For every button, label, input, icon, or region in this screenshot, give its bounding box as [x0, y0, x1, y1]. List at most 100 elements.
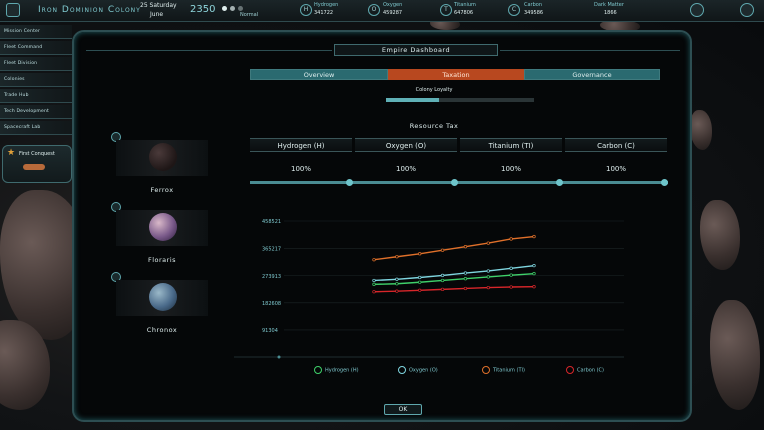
tax-slider-oxygen-handle[interactable] — [451, 179, 458, 186]
planet-card-floraris[interactable] — [116, 210, 208, 246]
empire-emblem-icon[interactable] — [6, 3, 20, 17]
data-point-hydrogen[interactable] — [509, 273, 513, 277]
data-point-carbon[interactable] — [509, 285, 513, 289]
spaceship-icon — [23, 164, 45, 170]
sidebar-item-mission-center[interactable]: Mission Center — [0, 25, 72, 39]
data-point-titanium[interactable] — [532, 234, 536, 239]
data-point-titanium[interactable] — [463, 245, 468, 249]
dark-matter-amount: 1866 — [604, 10, 617, 16]
legend-hydrogen-label: Hydrogen (H) — [325, 367, 359, 374]
settings-gear-icon[interactable] — [740, 3, 754, 17]
data-point-titanium[interactable] — [440, 248, 445, 252]
colony-loyalty-bar — [386, 98, 534, 102]
top-resource-bar: Iron Dominion Colony 25 Saturday June 23… — [0, 0, 764, 22]
planet-floraris-image — [149, 213, 177, 241]
tax-slider-track — [250, 179, 668, 186]
speed-dot-3[interactable] — [238, 6, 243, 11]
ok-button[interactable]: OK — [384, 404, 422, 415]
sidebar-item-fleet-command[interactable]: Fleet Command — [0, 41, 72, 55]
oxygen-icon: O — [368, 4, 380, 16]
sidebar-item-fleet-division[interactable]: Fleet Division — [0, 57, 72, 71]
oxygen-label: Oxygen — [383, 2, 403, 8]
planet-card-ferrox[interactable] — [116, 140, 208, 176]
data-point-oxygen[interactable] — [372, 278, 376, 283]
star-icon: ★ — [7, 148, 16, 158]
data-point-hydrogen[interactable] — [372, 282, 376, 286]
tab-overview[interactable]: Overview — [250, 69, 388, 80]
data-point-hydrogen[interactable] — [440, 278, 445, 283]
title-divider-right — [500, 50, 680, 51]
data-point-titanium[interactable] — [509, 237, 513, 241]
titanium-amount: 647806 — [454, 10, 474, 16]
data-point-hydrogen[interactable] — [395, 282, 399, 286]
titanium-icon: T — [440, 4, 452, 16]
data-point-oxygen[interactable] — [395, 277, 399, 281]
data-point-carbon[interactable] — [532, 285, 536, 289]
data-point-carbon[interactable] — [372, 290, 376, 294]
data-point-carbon[interactable] — [418, 288, 422, 292]
legend-carbon-label: Carbon (C) — [577, 367, 604, 374]
planet-ferrox-image — [149, 143, 177, 171]
dark-matter-label: Dark Matter — [594, 2, 624, 8]
data-point-titanium[interactable] — [395, 255, 399, 259]
planet-icon[interactable] — [690, 3, 704, 17]
data-point-carbon[interactable] — [395, 289, 399, 293]
data-point-carbon[interactable] — [463, 286, 468, 291]
legend-titanium-label: Titanium (TI) — [493, 367, 525, 374]
sidebar-item-tech-development[interactable]: Tech Development — [0, 105, 72, 119]
tax-header-oxygen: Oxygen (O) — [355, 138, 457, 152]
tab-governance[interactable]: Governance — [524, 69, 660, 80]
planet-name-ferrox: Ferrox — [150, 186, 174, 194]
legend-titanium[interactable]: Titanium (TI) — [482, 366, 525, 374]
tax-header-hydrogen: Hydrogen (H) — [250, 138, 352, 152]
data-point-hydrogen[interactable] — [418, 280, 422, 284]
data-point-oxygen[interactable] — [532, 263, 536, 268]
data-point-oxygen[interactable] — [463, 271, 468, 275]
axis-origin-marker — [277, 355, 281, 359]
tax-slider-carbon-handle[interactable] — [661, 179, 668, 186]
y-tick-label: 182608 — [262, 301, 281, 307]
tax-value-hydrogen: 100% — [290, 165, 311, 173]
legend-carbon[interactable]: Carbon (C) — [566, 366, 604, 374]
legend-hydrogen[interactable]: Hydrogen (H) — [314, 366, 359, 374]
data-point-hydrogen[interactable] — [486, 275, 490, 279]
data-point-hydrogen[interactable] — [532, 272, 536, 276]
current-year: 2350 — [190, 4, 216, 15]
data-point-oxygen[interactable] — [440, 273, 445, 278]
tax-value-carbon: 100% — [605, 165, 626, 173]
data-point-oxygen[interactable] — [486, 269, 490, 273]
sidebar-item-spacecraft-lab[interactable]: Spacecraft Lab — [0, 121, 72, 135]
hydrogen-label: Hydrogen — [314, 2, 339, 8]
tab-taxation[interactable]: Taxation — [388, 69, 524, 80]
planet-card-chronox[interactable] — [116, 280, 208, 316]
data-point-titanium[interactable] — [418, 252, 422, 256]
data-point-carbon[interactable] — [486, 285, 490, 290]
data-point-oxygen[interactable] — [418, 275, 422, 280]
legend-oxygen[interactable]: Oxygen (O) — [398, 366, 438, 374]
tax-value-oxygen: 100% — [395, 165, 416, 173]
data-point-hydrogen[interactable] — [463, 277, 468, 281]
colony-loyalty-fill — [386, 98, 440, 102]
data-point-titanium[interactable] — [486, 241, 490, 245]
legend-carbon-swatch — [566, 366, 574, 374]
data-point-carbon[interactable] — [440, 287, 445, 292]
y-tick-label: 273913 — [262, 274, 281, 280]
tax-slider-hydrogen-handle[interactable] — [346, 179, 353, 186]
colony-title: Iron Dominion Colony — [38, 5, 141, 15]
data-point-titanium[interactable] — [372, 258, 376, 262]
speed-dot-1[interactable] — [222, 6, 227, 11]
first-conquest-achievement[interactable]: ★ First Conquest — [2, 145, 72, 183]
dialog-title: Empire Dashboard — [334, 44, 498, 56]
tax-value-titanium: 100% — [500, 165, 521, 173]
y-tick-label: 91304 — [262, 328, 278, 334]
legend-oxygen-swatch — [398, 366, 406, 374]
data-point-oxygen[interactable] — [509, 266, 513, 270]
carbon-icon: C — [508, 4, 520, 16]
tax-header-titanium: Titanium (TI) — [460, 138, 562, 152]
tax-slider-titanium-handle[interactable] — [556, 179, 563, 186]
sidebar-item-colonies[interactable]: Colonies — [0, 73, 72, 87]
oxygen-amount: 459287 — [383, 10, 403, 16]
speed-dot-2[interactable] — [230, 6, 235, 11]
legend-titanium-swatch — [482, 366, 490, 374]
sidebar-item-trade-hub[interactable]: Trade Hub — [0, 89, 72, 103]
